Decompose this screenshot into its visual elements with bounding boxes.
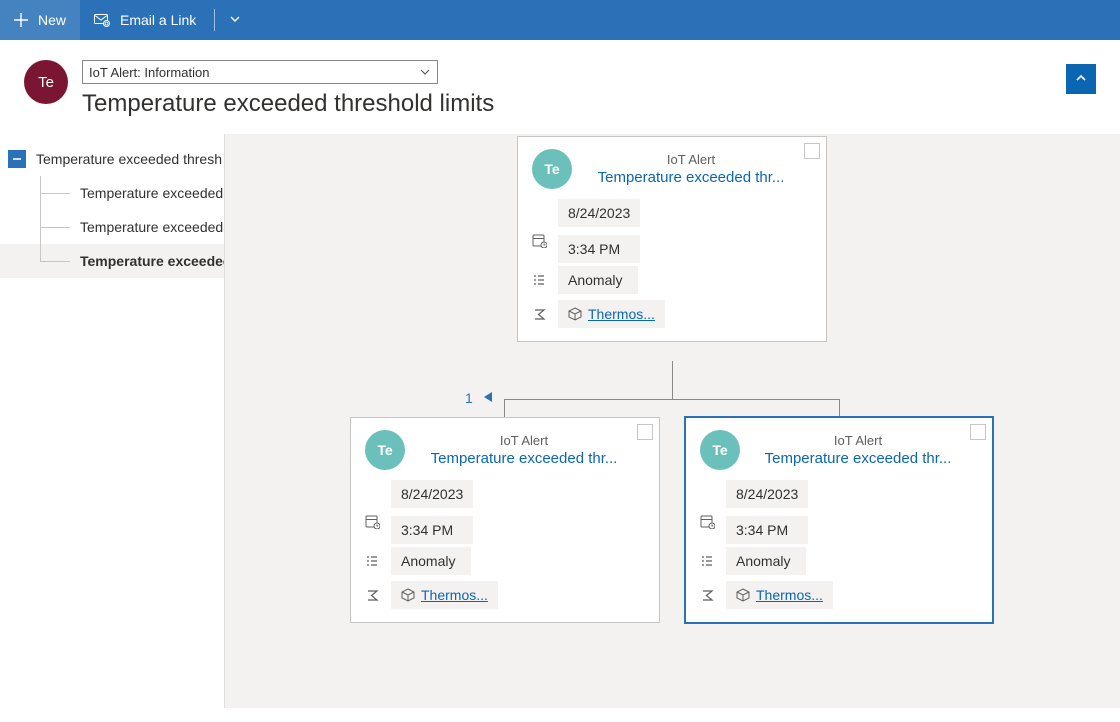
tree-child-node[interactable]: Temperature exceeded [0,176,224,210]
card-title-link[interactable]: Temperature exceeded thr... [417,450,631,467]
hierarchy-tree: Temperature exceeded thresh Temperature … [0,134,225,708]
calendar-icon [363,514,381,529]
pager-prev-button[interactable] [483,390,493,406]
command-separator [214,9,215,31]
hierarchy-card[interactable]: Te IoT Alert Temperature exceeded thr...… [684,416,994,624]
more-commands-button[interactable] [219,0,251,40]
tree-child-label: Temperature exceeded [80,219,223,235]
calendar-icon [698,514,716,529]
chevron-down-icon [419,66,431,78]
card-title-link[interactable]: Temperature exceeded thr... [752,450,964,467]
tree-child-label: Temperature exceeded [80,253,224,269]
card-date-value: 8/24/2023 [391,480,473,508]
card-time-value: 3:34 PM [726,516,808,544]
card-entity-type: IoT Alert [584,152,798,167]
form-selector-value: IoT Alert: Information [89,65,209,80]
child-pager: 1 [465,390,493,406]
card-category-value: Anomaly [391,547,471,575]
collapse-header-button[interactable] [1066,64,1096,94]
card-asset-link[interactable]: Thermos... [391,581,498,609]
new-button[interactable]: New [0,0,80,40]
record-avatar-initials: Te [38,74,54,91]
card-category-value: Anomaly [726,547,806,575]
card-avatar: Te [700,430,740,470]
card-time-value: 3:34 PM [558,235,640,263]
page-title: Temperature exceeded threshold limits [82,90,1052,118]
cube-icon [568,307,582,321]
cube-icon [736,588,750,602]
card-asset-link[interactable]: Thermos... [726,581,833,609]
form-selector[interactable]: IoT Alert: Information [82,60,438,84]
plus-icon [14,13,28,27]
card-category-value: Anomaly [558,266,638,294]
record-header: Te IoT Alert: Information Temperature ex… [0,40,1120,134]
hierarchy-card[interactable]: Te IoT Alert Temperature exceeded thr...… [350,417,660,623]
tree-child-node[interactable]: Temperature exceeded [0,244,224,278]
tree-child-node[interactable]: Temperature exceeded [0,210,224,244]
email-link-icon [94,13,110,27]
email-link-button-label: Email a Link [120,12,196,28]
card-time-value: 3:34 PM [391,516,473,544]
card-select-checkbox[interactable] [970,424,986,440]
command-bar: New Email a Link [0,0,1120,40]
sigma-icon [363,589,381,602]
card-entity-type: IoT Alert [417,433,631,448]
new-button-label: New [38,12,66,28]
hierarchy-card[interactable]: Te IoT Alert Temperature exceeded thr...… [517,136,827,342]
card-title-link[interactable]: Temperature exceeded thr... [584,169,798,186]
list-icon [363,554,381,568]
tree-root-node[interactable]: Temperature exceeded thresh [0,142,224,176]
hierarchy-canvas[interactable]: 1 Te IoT Alert Temperature exceeded thr.… [225,134,1120,708]
tree-child-label: Temperature exceeded [80,185,223,201]
email-link-button[interactable]: Email a Link [80,0,210,40]
tree-root-label: Temperature exceeded thresh [36,151,222,167]
calendar-icon [530,233,548,248]
card-entity-type: IoT Alert [752,433,964,448]
card-avatar: Te [365,430,405,470]
card-avatar: Te [532,149,572,189]
card-select-checkbox[interactable] [804,143,820,159]
sigma-icon [698,589,716,602]
connector-line [672,361,673,399]
card-date-value: 8/24/2023 [558,199,640,227]
triangle-left-icon [483,391,493,403]
connector-line [504,399,505,417]
chevron-down-icon [229,12,241,28]
pager-count: 1 [465,390,473,406]
card-asset-link[interactable]: Thermos... [558,300,665,328]
record-avatar: Te [24,60,68,104]
card-select-checkbox[interactable] [637,424,653,440]
connector-line [504,399,840,400]
collapse-icon[interactable] [8,150,26,168]
chevron-up-icon [1074,71,1088,88]
connector-line [839,399,840,417]
cube-icon [401,588,415,602]
list-icon [530,273,548,287]
card-date-value: 8/24/2023 [726,480,808,508]
sigma-icon [530,308,548,321]
list-icon [698,554,716,568]
